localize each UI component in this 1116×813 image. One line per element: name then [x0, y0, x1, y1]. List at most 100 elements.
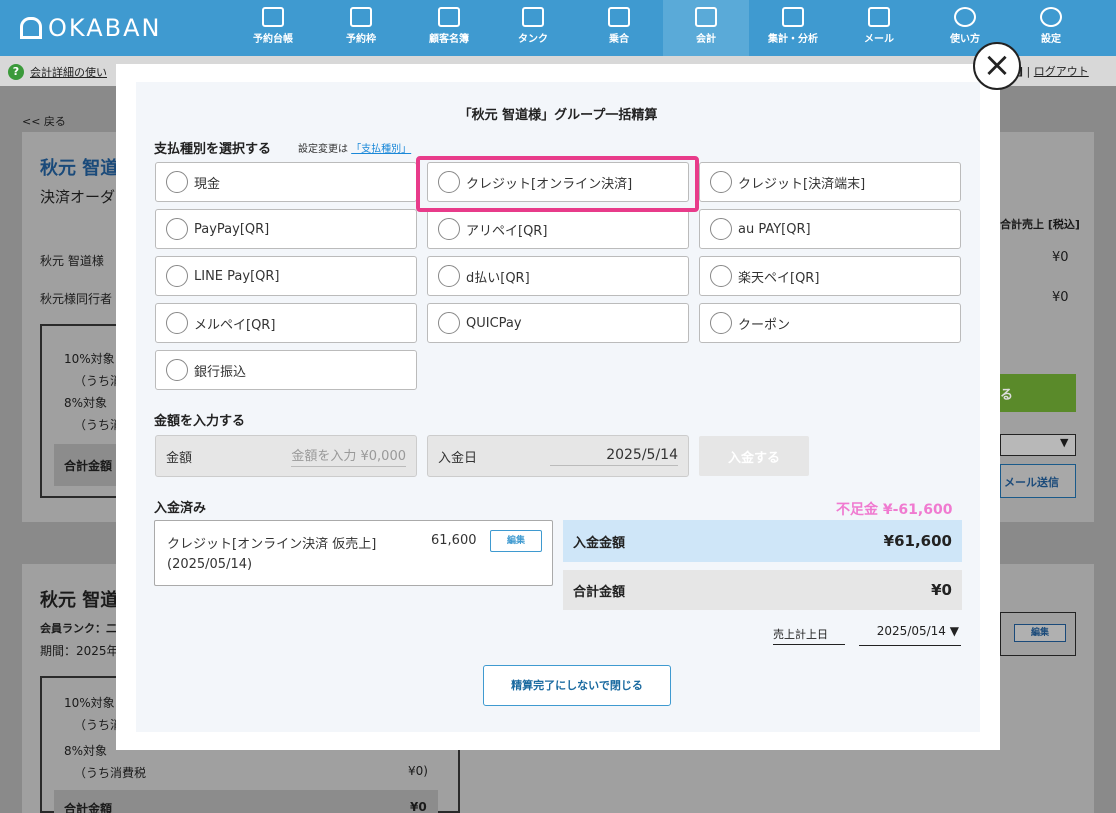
amount-label: 金額: [166, 450, 193, 466]
nav-item-customer-list[interactable]: 顧客名簿: [406, 0, 492, 56]
payment-option-label: LINE Pay[QR]: [194, 268, 280, 284]
close-without-complete-button[interactable]: 精算完了にしないで閉じる: [483, 665, 671, 706]
payment-option-bank-transfer[interactable]: 銀行振込: [155, 350, 417, 390]
bg-val-1: ¥0: [1052, 250, 1069, 265]
paid-entry-method: クレジット[オンライン決済 仮売上]: [167, 537, 377, 552]
gear-icon: [1040, 7, 1062, 27]
deposit-date-field[interactable]: 入金日 2025/5/14: [427, 435, 689, 477]
radio-circle: [710, 171, 732, 193]
payment-option-aupay[interactable]: au PAY[QR]: [699, 209, 961, 249]
edit-button[interactable]: 編集: [490, 530, 542, 552]
received-label: 入金金額: [573, 535, 626, 551]
modal-title: 「秋元 智道様」グループ一括精算: [458, 108, 658, 123]
bg-tax-line: 10%対象: [64, 696, 115, 710]
total-value: ¥0: [931, 581, 952, 599]
bg-order-sub: 決済オーダ: [40, 188, 116, 206]
bg-sales-header: 合計売上 [税込]: [1000, 218, 1080, 231]
setting-note: 設定変更は 「支払種別」: [298, 144, 412, 155]
payment-option-merpay[interactable]: メルペイ[QR]: [155, 303, 417, 343]
bg-tax-line: （うち消: [74, 718, 123, 732]
total-label: 合計金額: [573, 584, 626, 600]
highlight-frame: [416, 156, 699, 212]
radio-circle: [438, 265, 460, 287]
deposit-button[interactable]: 入金する: [699, 436, 809, 476]
deposit-date-label: 入金日: [438, 450, 478, 466]
bg-tax-line: （うち消費税: [74, 766, 147, 780]
amount-field[interactable]: 金額 金額を入力 ¥0,000: [155, 435, 417, 477]
help-link[interactable]: 会計詳細の使い: [30, 64, 107, 80]
payment-option-quicpay[interactable]: QUICPay: [427, 303, 689, 343]
bg-period: 期間：2025年: [40, 644, 119, 658]
payment-section-title: 支払種別を選択する: [154, 142, 272, 157]
nav-item-settings[interactable]: 設定: [1008, 0, 1094, 56]
radio-circle: [710, 265, 732, 287]
nav-item-shared-boat[interactable]: 乗合: [576, 0, 662, 56]
payment-option-label: PayPay[QR]: [194, 221, 270, 237]
received-value: ¥61,600: [883, 532, 952, 550]
logo[interactable]: OKABAN: [20, 10, 161, 46]
bg-val-tax: ¥0): [408, 764, 428, 778]
nav-item-analytics[interactable]: 集計・分析: [750, 0, 836, 56]
received-amount-row: 入金金額 ¥61,600: [563, 520, 962, 562]
payment-option-label: d払い[QR]: [466, 270, 530, 286]
payment-option-label: 銀行振込: [194, 364, 247, 380]
back-link[interactable]: << 戻る: [22, 113, 66, 129]
calendar-grid-icon: [350, 7, 372, 27]
radio-circle: [438, 218, 460, 240]
radio-circle: [710, 218, 732, 240]
radio-circle: [166, 312, 188, 334]
radio-circle: [166, 359, 188, 381]
calendar-icon: [262, 7, 284, 27]
bag-icon: [20, 17, 42, 39]
payment-option-alipay[interactable]: アリペイ[QR]: [427, 209, 689, 249]
bg-green-button-label: る: [1000, 388, 1014, 403]
payment-option-credit-terminal[interactable]: クレジット[決済端末]: [699, 162, 961, 202]
payment-option-coupon[interactable]: クーポン: [699, 303, 961, 343]
paid-entry-amount: 61,600: [431, 533, 477, 548]
accounting-icon: [695, 7, 717, 27]
bg-tax-line: 10%対象: [64, 352, 115, 366]
bg-tax-line: 8%対象: [64, 744, 108, 758]
shortage-amount: 不足金 ¥-61,600: [836, 502, 953, 518]
payment-option-rakutenpay[interactable]: 楽天ペイ[QR]: [699, 256, 961, 296]
bg-member-rank: 会員ランク：二: [40, 622, 117, 635]
bg-tax-line: 8%対象: [64, 396, 108, 410]
radio-circle: [710, 312, 732, 334]
close-icon[interactable]: ×: [973, 42, 1021, 90]
payment-option-dbarai[interactable]: d払い[QR]: [427, 256, 689, 296]
payment-option-linepay[interactable]: LINE Pay[QR]: [155, 256, 417, 296]
radio-circle: [438, 312, 460, 334]
amount-input[interactable]: 金額を入力 ¥0,000: [291, 445, 406, 467]
nav-item-reservation-slots[interactable]: 予約枠: [318, 0, 404, 56]
chart-icon: [782, 7, 804, 27]
bg-total-label-2: 合計金額: [64, 802, 113, 813]
paid-entry-date: (2025/05/14): [167, 557, 253, 572]
bg-val-2: ¥0: [1052, 290, 1069, 305]
paid-section-title: 入金済み: [154, 501, 207, 516]
nav-item-tank[interactable]: タンク: [490, 0, 576, 56]
payment-type-link[interactable]: 「支払種別」: [351, 144, 411, 155]
deposit-date-input[interactable]: 2025/5/14: [550, 447, 678, 466]
help-icon[interactable]: ?: [8, 64, 24, 80]
total-amount-row: 合計金額 ¥0: [563, 570, 962, 610]
payment-option-label: メルペイ[QR]: [194, 317, 276, 333]
payment-option-label: 楽天ペイ[QR]: [738, 270, 820, 286]
nav-item-accounting[interactable]: 会計: [663, 0, 749, 56]
bg-total-label: 合計金額: [64, 459, 113, 473]
payment-option-label: クーポン: [738, 317, 791, 333]
sales-date-select[interactable]: 2025/05/14 ▼: [859, 624, 961, 646]
mail-icon: [868, 7, 890, 27]
nav-item-mail[interactable]: メール: [836, 0, 922, 56]
boat-icon: [608, 7, 630, 27]
bg-tax-line: （うち消: [74, 374, 123, 388]
payment-option-paypay[interactable]: PayPay[QR]: [155, 209, 417, 249]
bg-edit-button[interactable]: 編集: [1014, 624, 1066, 642]
radio-circle: [166, 218, 188, 240]
payment-option-label: au PAY[QR]: [738, 221, 811, 237]
compass-icon: [954, 7, 976, 27]
logout-link[interactable]: ログアウト: [1034, 65, 1089, 78]
nav-item-reservation-ledger[interactable]: 予約台帳: [230, 0, 316, 56]
top-nav: OKABAN 予約台帳 予約枠 顧客名簿 タンク 乗合 会計 集計・分析 メール…: [0, 0, 1116, 56]
payment-option-cash[interactable]: 現金: [155, 162, 417, 202]
bg-row-1: 秋元 智道様: [40, 254, 104, 268]
